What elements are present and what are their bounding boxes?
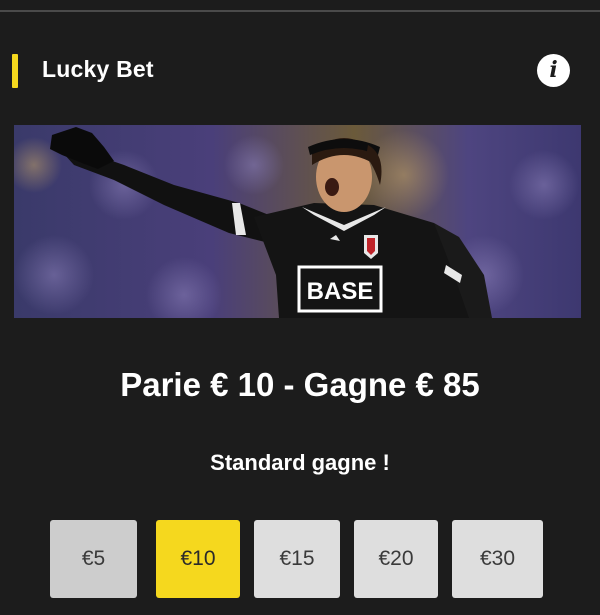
stake-button-30[interactable]: €30 — [452, 520, 543, 598]
info-icon[interactable]: i — [537, 54, 570, 87]
accent-bar — [12, 54, 18, 88]
stake-button-20[interactable]: €20 — [354, 520, 438, 598]
widget-title: Lucky Bet — [42, 56, 154, 82]
shirt-sponsor: BASE — [307, 278, 374, 305]
stake-button-5[interactable]: €5 — [50, 520, 137, 598]
widget-header: Lucky Bet i — [0, 50, 600, 92]
stake-button-10[interactable]: €10 — [156, 520, 240, 598]
offer-headline: Parie € 10 - Gagne € 85 — [120, 366, 480, 403]
player-banner: BASE — [14, 125, 581, 318]
player-photo: BASE — [14, 125, 581, 318]
top-divider — [0, 10, 600, 12]
offer-subtitle: Standard gagne ! — [210, 450, 390, 475]
stake-button-15[interactable]: €15 — [254, 520, 340, 598]
